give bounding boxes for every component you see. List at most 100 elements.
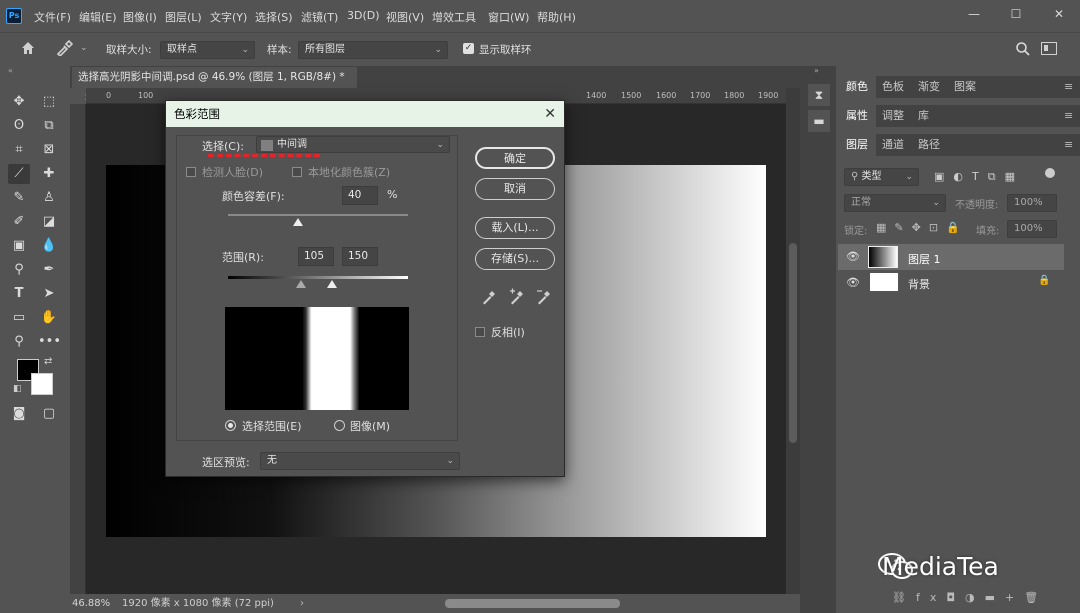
tab-paths[interactable]: 路径 (910, 134, 948, 156)
show-ring-checkbox[interactable]: ✓ (463, 43, 474, 54)
menu-file[interactable]: 文件(F) (34, 9, 71, 25)
menu-edit[interactable]: 编辑(E) (79, 9, 117, 25)
range-high-handle[interactable] (327, 280, 337, 288)
menu-view[interactable]: 视图(V) (386, 9, 424, 25)
menu-filter[interactable]: 滤镜(T) (301, 9, 338, 25)
panel-menu-icon[interactable]: ≡ (1064, 109, 1073, 122)
pen-tool-icon[interactable]: ✒ (38, 260, 60, 280)
eyedropper-icon[interactable]: ⟋ (8, 164, 30, 184)
menu-help[interactable]: 帮助(H) (537, 9, 576, 25)
layer-name[interactable]: 图层 1 (908, 251, 941, 267)
select-dropdown[interactable]: 中间调 ⌄ (256, 136, 450, 153)
scroll-thumb[interactable] (789, 243, 797, 443)
more-tools-icon[interactable]: ••• (38, 332, 61, 352)
tab-libraries[interactable]: 库 (910, 105, 937, 127)
eye-icon[interactable]: 👁 (846, 250, 860, 263)
vertical-scrollbar[interactable] (786, 88, 800, 594)
status-chevron-icon[interactable]: › (300, 594, 304, 613)
swap-colors-icon[interactable]: ⇄ (44, 356, 52, 367)
sample-select[interactable]: 所有图层 ⌄ (298, 41, 448, 59)
layer-filter-select[interactable]: ⚲ 类型 ⌄ (844, 168, 919, 186)
localized-clusters-checkbox[interactable] (292, 167, 302, 177)
brush-tool-icon[interactable]: ✎ (8, 188, 30, 208)
filter-toggle-icon[interactable] (1045, 168, 1055, 178)
layer-filter-icons[interactable]: ▣◐T⧉▦ (934, 170, 1024, 184)
layer-actions-icons[interactable]: ⛓fx◘◑▬+🗑 (892, 591, 1048, 604)
tab-swatches[interactable]: 色板 (874, 76, 912, 98)
eyedropper-tool-icon[interactable] (55, 39, 74, 58)
sample-size-select[interactable]: 取样点 ⌄ (160, 41, 255, 59)
quick-mask-icon[interactable]: ◙ (8, 404, 30, 424)
range-high-input[interactable]: 150 (342, 247, 378, 266)
history-panel-icon[interactable]: ⧗ (808, 84, 830, 106)
collapse-icon[interactable]: » (814, 66, 819, 75)
tab-adjustments[interactable]: 调整 (874, 105, 912, 127)
fuzziness-slider-handle[interactable] (293, 218, 303, 226)
blur-tool-icon[interactable]: 💧 (38, 236, 60, 256)
rectangle-tool-icon[interactable]: ▭ (8, 308, 30, 328)
crop-tool-icon[interactable]: ⌗ (8, 140, 30, 160)
path-select-icon[interactable]: ➤ (38, 284, 60, 304)
layer-name[interactable]: 背景 (908, 276, 930, 292)
eyedropper-minus-icon[interactable] (535, 288, 553, 306)
tab-patterns[interactable]: 图案 (946, 76, 984, 98)
default-colors-icon[interactable]: ◧ (13, 384, 22, 394)
search-icon[interactable] (1015, 41, 1031, 57)
eraser-tool-icon[interactable]: ◪ (38, 212, 60, 232)
stamp-tool-icon[interactable]: ♙ (38, 188, 60, 208)
zoom-tool-icon[interactable]: ⚲ (8, 332, 30, 352)
tab-channels[interactable]: 通道 (874, 134, 912, 156)
panel-menu-icon[interactable]: ≡ (1064, 80, 1073, 93)
eyedropper-plus-icon[interactable] (508, 288, 526, 306)
marquee-tool-icon[interactable]: ⬚ (38, 92, 60, 112)
selection-preview-select[interactable]: 无 ⌄ (260, 452, 460, 470)
fill-input[interactable]: 100% (1007, 220, 1057, 238)
fuzziness-input[interactable]: 40 (342, 186, 378, 205)
layer-row[interactable]: 👁 背景 🔒 (838, 270, 1064, 296)
home-icon[interactable] (20, 40, 36, 56)
lock-icons[interactable]: ▦✎✥⊡🔒 (876, 221, 968, 234)
comments-panel-icon[interactable]: ▬ (808, 110, 830, 132)
menu-3d[interactable]: 3D(D) (347, 9, 380, 22)
restore-button[interactable]: ☐ (1005, 5, 1027, 23)
tab-color[interactable]: 颜色 (838, 76, 876, 98)
workspace-icon[interactable] (1041, 42, 1057, 55)
save-button[interactable]: 存储(S)... (475, 248, 555, 270)
selection-mode-radio[interactable] (225, 420, 236, 431)
dodge-tool-icon[interactable]: ⚲ (8, 260, 30, 280)
tab-gradients[interactable]: 渐变 (910, 76, 948, 98)
background-color-swatch[interactable] (31, 373, 53, 395)
opacity-input[interactable]: 100% (1007, 194, 1057, 212)
menu-plugins[interactable]: 增效工具 (432, 9, 476, 25)
object-select-tool-icon[interactable]: ⧉ (38, 116, 60, 136)
menu-window[interactable]: 窗口(W) (488, 9, 529, 25)
range-slider-track[interactable] (228, 276, 408, 279)
image-mode-radio[interactable] (334, 420, 345, 431)
lasso-tool-icon[interactable]: ʘ (8, 116, 30, 136)
menu-layer[interactable]: 图层(L) (165, 9, 202, 25)
range-low-handle[interactable] (296, 280, 306, 288)
detect-faces-checkbox[interactable] (186, 167, 196, 177)
gradient-tool-icon[interactable]: ▣ (8, 236, 30, 256)
tab-layers[interactable]: 图层 (838, 134, 876, 156)
minimize-button[interactable]: — (963, 5, 985, 23)
history-brush-icon[interactable]: ✐ (8, 212, 30, 232)
blend-mode-select[interactable]: 正常 ⌄ (844, 194, 946, 212)
ok-button[interactable]: 确定 (475, 147, 555, 169)
type-tool-icon[interactable]: T (8, 284, 30, 304)
screen-mode-icon[interactable]: ▢ (38, 404, 60, 424)
eye-icon[interactable]: 👁 (846, 276, 860, 289)
horizontal-scroll-thumb[interactable] (445, 599, 620, 608)
eyedropper-icon[interactable] (480, 288, 498, 306)
layer-row[interactable]: 👁 图层 1 (838, 244, 1064, 270)
range-low-input[interactable]: 105 (298, 247, 334, 266)
healing-brush-icon[interactable]: ✚ (38, 164, 60, 184)
close-icon[interactable]: ✕ (544, 101, 556, 127)
move-tool-icon[interactable]: ✥ (8, 92, 30, 112)
zoom-level[interactable]: 46.88% (72, 594, 110, 613)
chevron-down-icon[interactable]: ⌄ (80, 43, 88, 53)
cancel-button[interactable]: 取消 (475, 178, 555, 200)
menu-select[interactable]: 选择(S) (255, 9, 293, 25)
dialog-titlebar[interactable]: 色彩范围 ✕ (166, 101, 564, 127)
invert-checkbox[interactable] (475, 327, 485, 337)
